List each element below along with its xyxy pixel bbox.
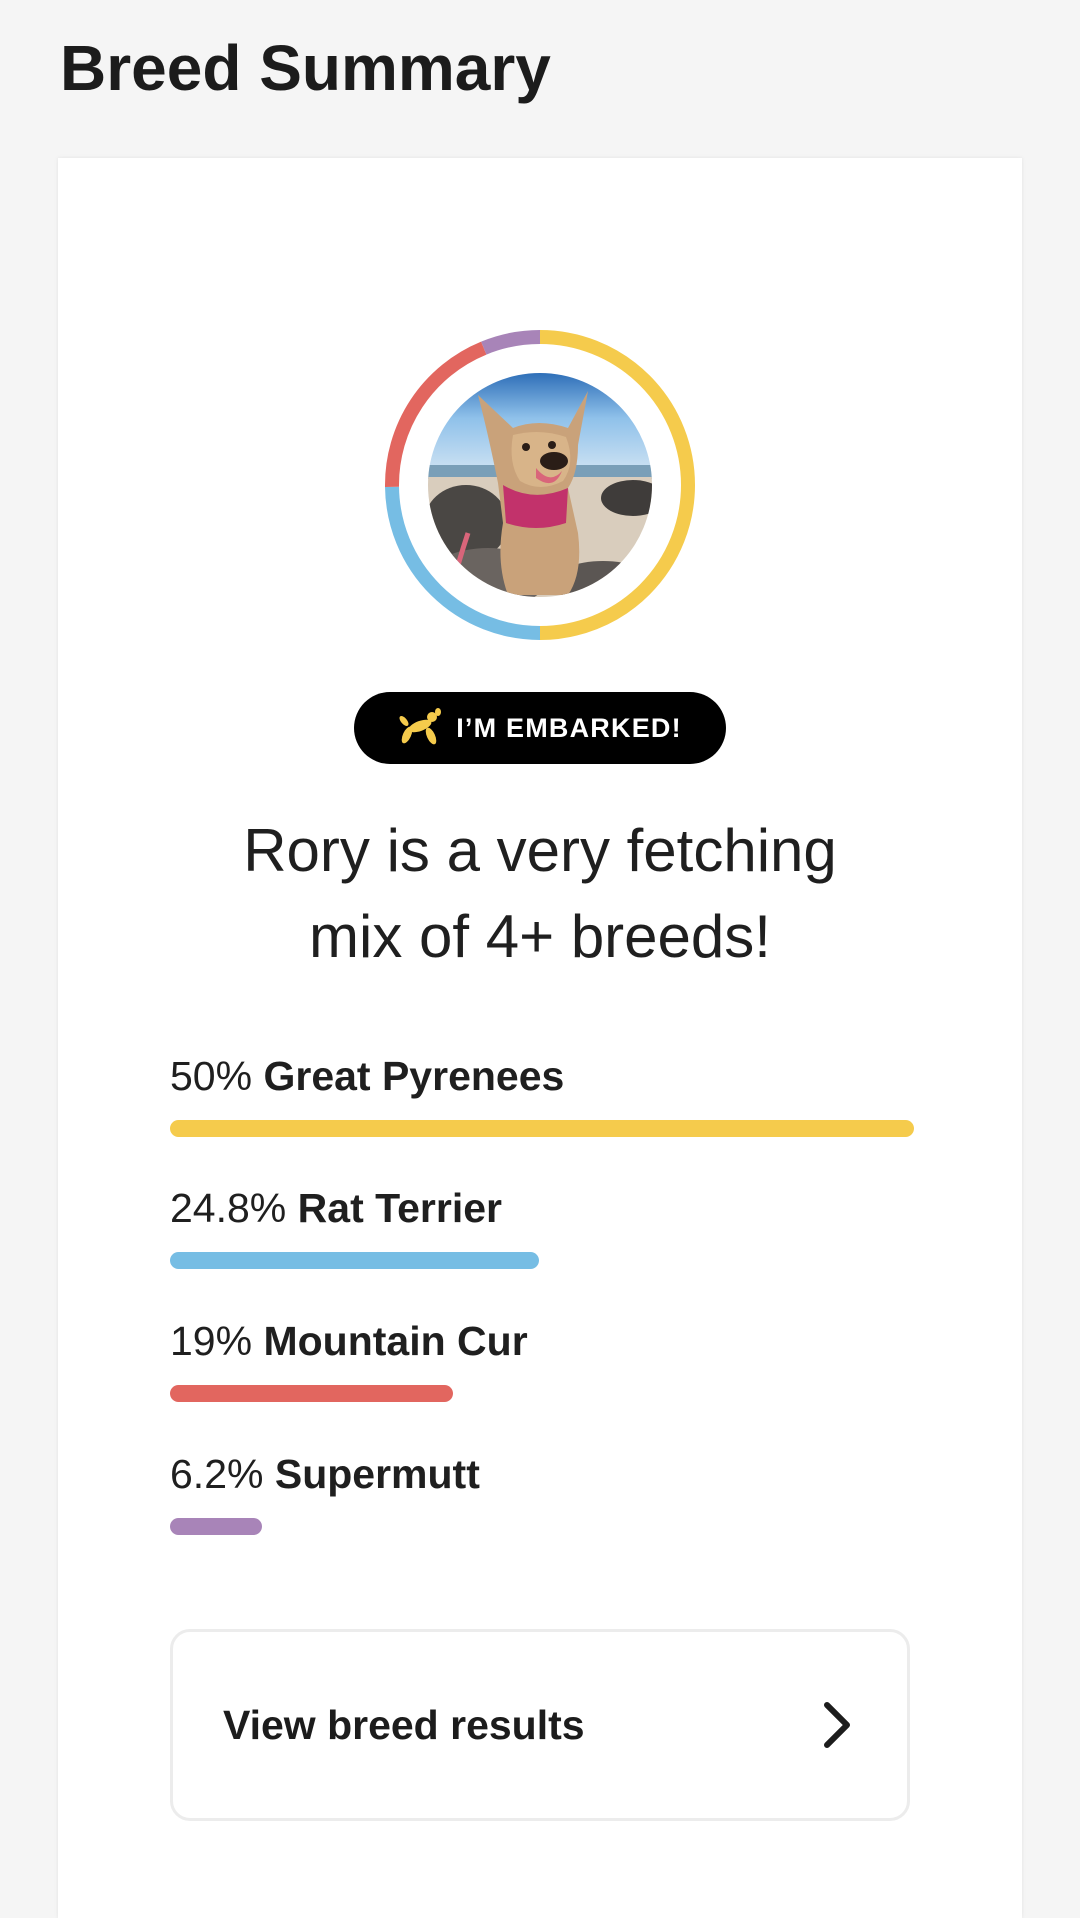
mix-headline: Rory is a very fetching mix of 4+ breeds… xyxy=(98,808,982,980)
breed-percent: 6.2% xyxy=(170,1451,264,1497)
breed-percent: 19% xyxy=(170,1318,253,1364)
breed-bar-track xyxy=(170,1120,914,1137)
balloon-dog-icon xyxy=(399,708,442,745)
breed-bar-fill xyxy=(170,1120,914,1137)
breed-bar-fill xyxy=(170,1252,540,1269)
breed-percent: 50% xyxy=(170,1053,253,1099)
breed-row: 6.2% Supermutt xyxy=(170,1446,914,1556)
chevron-right-icon xyxy=(824,1702,850,1748)
headline-line-2: mix of 4+ breeds! xyxy=(309,903,771,970)
breed-bar-track xyxy=(170,1252,914,1269)
breed-name: Mountain Cur xyxy=(263,1318,528,1364)
breed-name: Rat Terrier xyxy=(297,1185,502,1231)
breed-row: 50% Great Pyrenees xyxy=(170,1048,914,1158)
breed-bar-track xyxy=(170,1518,914,1535)
breed-label: 19% Mountain Cur xyxy=(170,1313,528,1369)
breed-label: 24.8% Rat Terrier xyxy=(170,1180,502,1236)
breed-bar-fill xyxy=(170,1385,453,1402)
dog-photo xyxy=(428,373,652,597)
breed-percent: 24.8% xyxy=(170,1185,287,1231)
ring-segment-supermutt xyxy=(481,330,541,355)
breed-label: 6.2% Supermutt xyxy=(170,1446,480,1502)
breed-bar-fill xyxy=(170,1518,263,1535)
embarked-badge: I’M EMBARKED! xyxy=(354,692,726,764)
breed-row: 24.8% Rat Terrier xyxy=(170,1180,914,1290)
breed-row: 19% Mountain Cur xyxy=(170,1313,914,1423)
breed-label: 50% Great Pyrenees xyxy=(170,1048,564,1104)
breed-ring-avatar xyxy=(383,328,697,642)
view-breed-results-label: View breed results xyxy=(223,1701,585,1748)
breed-name: Supermutt xyxy=(274,1451,480,1497)
badge-label: I’M EMBARKED! xyxy=(456,712,682,743)
breed-name: Great Pyrenees xyxy=(263,1053,565,1099)
page-title: Breed Summary xyxy=(60,32,551,104)
breed-bar-track xyxy=(170,1385,914,1402)
view-breed-results-button[interactable]: View breed results xyxy=(170,1629,910,1821)
breed-summary-card: I’M EMBARKED! Rory is a very fetching mi… xyxy=(58,158,1022,1918)
headline-line-1: Rory is a very fetching xyxy=(243,817,837,884)
